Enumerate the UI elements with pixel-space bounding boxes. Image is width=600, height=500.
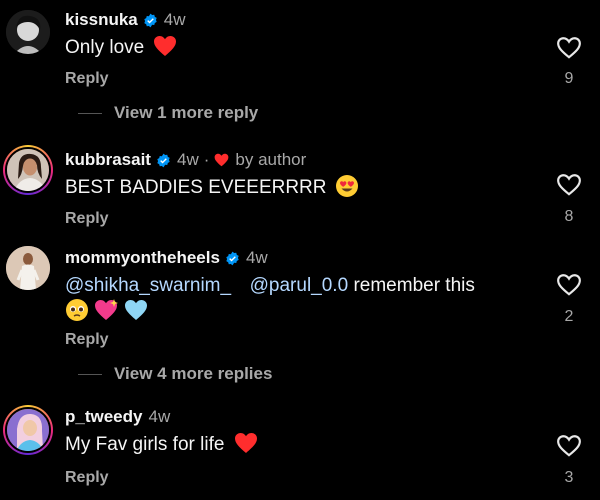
username[interactable]: kubbrasait	[65, 150, 151, 170]
view-more-replies[interactable]: View 1 more reply	[78, 103, 258, 123]
red-heart-emoji	[234, 432, 257, 453]
verified-badge-icon	[144, 13, 157, 27]
like-count: 2	[564, 308, 574, 325]
comment-body: Only love	[65, 37, 145, 58]
liked-by-author: by author	[214, 150, 306, 170]
mention-link[interactable]: @parul_0.0	[250, 275, 349, 296]
avatar[interactable]	[3, 405, 53, 455]
heart-outline-icon[interactable]	[556, 35, 582, 61]
emoji-row	[65, 298, 148, 322]
verified-badge-icon	[157, 153, 170, 167]
comment-body: My Fav girls for life	[65, 434, 225, 455]
username[interactable]: p_tweedy	[65, 407, 142, 427]
by-author-label: by author	[235, 150, 307, 169]
timestamp: 4w	[163, 10, 186, 29]
heart-outline-icon[interactable]	[556, 433, 582, 459]
timestamp: 4w	[245, 248, 268, 267]
like-count: 8	[564, 208, 574, 225]
comment-body: remember this	[353, 275, 475, 296]
reply-button[interactable]: Reply	[65, 469, 109, 487]
reply-button[interactable]: Reply	[65, 70, 109, 88]
heart-eyes-emoji	[335, 174, 358, 197]
separator-dot: ·	[203, 150, 210, 169]
username[interactable]: mommyontheheels	[65, 248, 220, 268]
comment-header: kubbrasait 4w · by author	[65, 150, 306, 170]
comment-header: p_tweedy 4w	[65, 407, 170, 427]
comment-header: mommyontheheels 4w	[65, 248, 268, 268]
username[interactable]: kissnuka	[65, 10, 138, 30]
comment-text: My Fav girls for life	[65, 432, 258, 456]
comment-text: Only love	[65, 35, 177, 59]
comment-body: BEST BADDIES EVEEERRRR	[65, 177, 327, 198]
view-more-replies[interactable]: View 4 more replies	[78, 364, 272, 384]
comment-text: BEST BADDIES EVEEERRRR	[65, 174, 359, 199]
comment-text: @shikha_swarnim_ @parul_0.0 remember thi…	[65, 275, 475, 297]
like-count: 9	[564, 70, 574, 87]
timestamp: 4w	[176, 150, 199, 169]
red-heart-emoji	[154, 35, 177, 56]
light-blue-heart-emoji	[124, 300, 147, 320]
red-heart-icon	[215, 153, 229, 167]
reply-button[interactable]: Reply	[65, 210, 109, 228]
view-more-label[interactable]: View 4 more replies	[114, 364, 272, 384]
heart-outline-icon[interactable]	[556, 272, 582, 298]
comment-header: kissnuka 4w	[65, 10, 186, 30]
divider	[78, 112, 102, 114]
view-more-label[interactable]: View 1 more reply	[114, 103, 258, 123]
sparkling-heart-emoji	[95, 299, 119, 320]
reply-button[interactable]: Reply	[65, 331, 109, 349]
avatar[interactable]	[6, 246, 50, 290]
avatar[interactable]	[3, 145, 53, 195]
heart-outline-icon[interactable]	[556, 172, 582, 198]
like-count: 3	[564, 469, 574, 486]
avatar[interactable]	[6, 10, 50, 54]
divider	[78, 373, 102, 375]
verified-badge-icon	[226, 251, 239, 265]
mention-link[interactable]: @shikha_swarnim_	[65, 275, 231, 296]
timestamp: 4w	[148, 407, 171, 426]
pleading-face-emoji	[66, 299, 88, 321]
